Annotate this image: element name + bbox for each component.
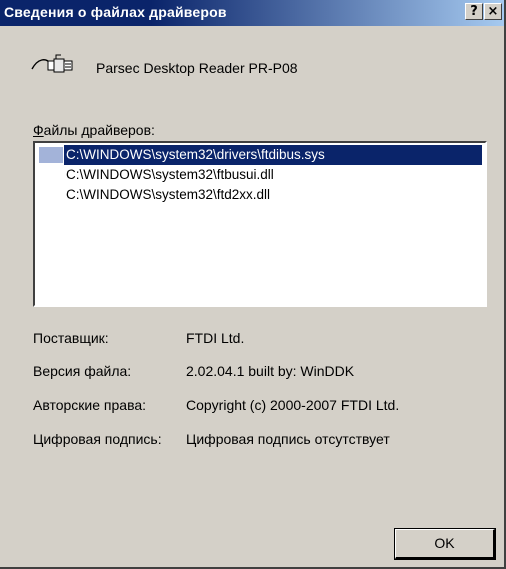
provider-label: Поставщик: [33, 330, 109, 346]
driver-files-list[interactable]: C:\WINDOWS\system32\drivers\ftdibus.sys … [33, 141, 487, 307]
copyright-label: Авторские права: [33, 397, 147, 413]
driver-files-label-text: айлы драйверов: [43, 122, 155, 138]
device-name: Parsec Desktop Reader PR-P08 [96, 60, 298, 76]
close-button[interactable]: × [484, 3, 502, 20]
help-button[interactable]: ? [465, 3, 483, 20]
file-path: C:\WINDOWS\system32\ftd2xx.dll [66, 187, 271, 202]
driver-file-details-dialog: Сведения о файлах драйверов ? × Parsec D… [0, 0, 506, 569]
ok-button[interactable]: OK [394, 528, 496, 560]
title-bar[interactable]: Сведения о файлах драйверов ? × [0, 0, 504, 26]
list-item[interactable]: C:\WINDOWS\system32\ftd2xx.dll [39, 185, 484, 205]
digital-signature-value: Цифровая подпись отсутствует [186, 431, 390, 447]
close-icon: × [487, 4, 499, 19]
list-item[interactable]: C:\WINDOWS\system32\ftbusui.dll [39, 165, 484, 185]
file-version-value: 2.02.04.1 built by: WinDDK [186, 363, 355, 379]
window-title: Сведения о файлах драйверов [4, 4, 227, 20]
driver-files-label-hotkey: Ф [33, 122, 44, 138]
digital-signature-label: Цифровая подпись: [33, 431, 162, 447]
help-icon: ? [470, 4, 478, 19]
file-path: C:\WINDOWS\system32\ftbusui.dll [66, 167, 274, 182]
driver-files-label: Файлы драйверов: [33, 122, 155, 138]
file-path: C:\WINDOWS\system32\drivers\ftdibus.sys [66, 147, 325, 162]
usb-plug-icon [31, 54, 73, 73]
list-item[interactable]: C:\WINDOWS\system32\drivers\ftdibus.sys [39, 145, 484, 165]
file-version-label: Версия файла: [33, 363, 132, 379]
provider-value: FTDI Ltd. [186, 330, 245, 346]
copyright-value: Copyright (c) 2000-2007 FTDI Ltd. [186, 397, 400, 413]
file-icon [39, 147, 63, 163]
